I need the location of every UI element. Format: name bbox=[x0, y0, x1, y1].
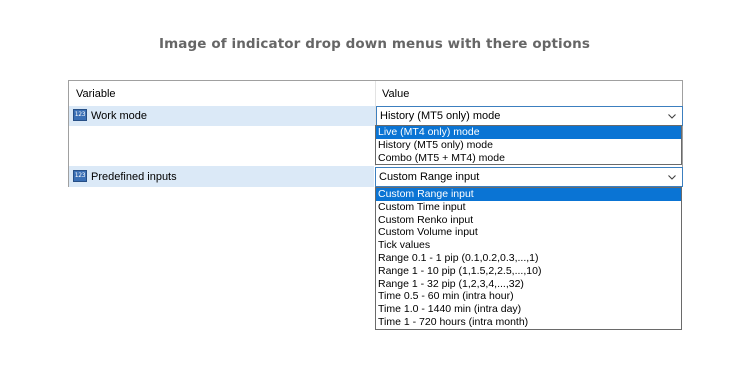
dropdown-option[interactable]: Tick values bbox=[376, 239, 681, 252]
dropdown-option[interactable]: Custom Volume input bbox=[376, 226, 681, 239]
dropdown-option[interactable]: History (MT5 only) mode bbox=[376, 139, 681, 152]
row-predefined-inputs[interactable]: 123 Predefined inputs Custom Range input bbox=[68, 166, 683, 187]
dropdown-option[interactable]: Time 1.0 - 1440 min (intra day) bbox=[376, 303, 681, 316]
row-predefined-inputs-label: Predefined inputs bbox=[91, 171, 177, 183]
dropdown-option[interactable]: Combo (MT5 + MT4) mode bbox=[376, 152, 681, 165]
row-predefined-inputs-variable-cell[interactable]: 123 Predefined inputs bbox=[69, 166, 374, 187]
numeric-type-icon: 123 bbox=[73, 109, 87, 121]
dropdown-option[interactable]: Custom Renko input bbox=[376, 214, 681, 227]
dropdown-option[interactable]: Time 1 - 720 hours (intra month) bbox=[376, 316, 681, 329]
dropdown-option[interactable]: Custom Range input bbox=[376, 188, 681, 201]
chevron-down-icon[interactable] bbox=[667, 172, 677, 182]
chevron-down-icon[interactable] bbox=[667, 111, 677, 121]
dropdown-option[interactable]: Time 0.5 - 60 min (intra hour) bbox=[376, 290, 681, 303]
dropdown-option[interactable]: Range 1 - 10 pip (1,1.5,2,2.5,...,10) bbox=[376, 265, 681, 278]
row-work-mode-label: Work mode bbox=[91, 110, 148, 122]
row-work-mode-variable-cell[interactable]: 123 Work mode bbox=[69, 106, 375, 126]
header-variable: Variable bbox=[76, 88, 116, 100]
dropdown-option[interactable]: Custom Time input bbox=[376, 201, 681, 214]
predefined-inputs-dropdown-list[interactable]: Custom Range input Custom Time input Custo… bbox=[375, 187, 682, 330]
dropdown-option[interactable]: Range 0.1 - 1 pip (0.1,0.2,0.3,...,1) bbox=[376, 252, 681, 265]
predefined-inputs-selected-value: Custom Range input bbox=[379, 171, 480, 183]
header-value: Value bbox=[382, 88, 410, 100]
dropdown-option[interactable]: Range 1 - 32 pip (1,2,3,4,...,32) bbox=[376, 278, 681, 291]
page-caption: Image of indicator drop down menus with … bbox=[159, 36, 590, 52]
work-mode-combobox[interactable]: History (MT5 only) mode bbox=[376, 106, 683, 126]
numeric-type-icon: 123 bbox=[73, 170, 87, 182]
work-mode-selected-value: History (MT5 only) mode bbox=[380, 110, 501, 122]
predefined-inputs-combobox[interactable]: Custom Range input bbox=[375, 167, 683, 187]
work-mode-dropdown-list[interactable]: Live (MT4 only) mode History (MT5 only) m… bbox=[375, 125, 682, 166]
dropdown-option[interactable]: Live (MT4 only) mode bbox=[376, 126, 681, 139]
